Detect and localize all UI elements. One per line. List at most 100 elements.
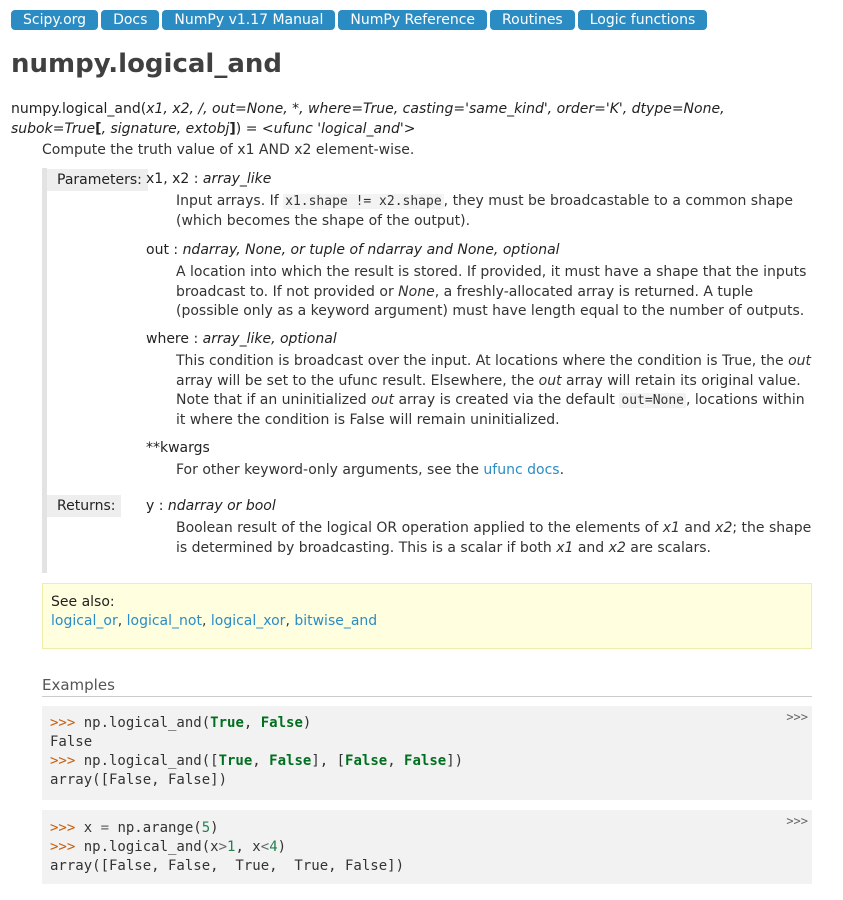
ufunc-docs-link[interactable]: ufunc docs bbox=[483, 462, 559, 478]
param-where-d1: This condition is broadcast over the inp… bbox=[176, 353, 789, 369]
code-operator: > bbox=[218, 839, 228, 855]
param-x-desc: Input arrays. If x1.shape != x2.shape, t… bbox=[176, 192, 812, 231]
summary: Compute the truth value of x1 AND x2 ele… bbox=[42, 142, 415, 158]
sig-prefix: numpy. bbox=[11, 101, 63, 117]
param-where-i3: out bbox=[371, 392, 395, 408]
param-kwargs-d1: For other keyword-only arguments, see th… bbox=[176, 462, 484, 478]
code-prompt: >>> bbox=[50, 839, 84, 855]
param-x-name-text: x1, x2 bbox=[146, 171, 190, 187]
param-kwargs-desc: For other keyword-only arguments, see th… bbox=[176, 461, 812, 481]
see-also-logical-or[interactable]: logical_or bbox=[51, 613, 118, 629]
code-keyword: False bbox=[269, 753, 312, 769]
sig-args2: signature, extobj bbox=[110, 121, 230, 137]
code-block-1: >>> >>> np.logical_and(True, False) Fals… bbox=[42, 706, 812, 800]
param-where-d4: array is created via the default bbox=[394, 392, 620, 408]
see-also-sep: , bbox=[117, 613, 127, 629]
code-text: ) bbox=[210, 820, 219, 836]
param-where-type: array_like, optional bbox=[202, 331, 337, 347]
param-out-sep: : bbox=[168, 242, 183, 258]
parameters-label: Parameters: bbox=[47, 169, 148, 191]
param-out-name-text: out bbox=[146, 242, 169, 258]
param-out-i1: None bbox=[398, 283, 435, 300]
param-x-sep: : bbox=[189, 171, 203, 187]
code-text: np.logical_and([ bbox=[83, 753, 219, 769]
return-d4: and bbox=[573, 539, 609, 556]
return-i1: x1 bbox=[662, 520, 680, 536]
code-line: >>> np.logical_and(True, False) bbox=[42, 714, 812, 733]
code-keyword: False bbox=[404, 753, 447, 769]
return-d5: are scalars. bbox=[625, 539, 711, 556]
code-text: , x bbox=[235, 839, 261, 855]
breadcrumb-docs[interactable]: Docs bbox=[101, 10, 160, 30]
return-i4: x2 bbox=[608, 539, 626, 556]
return-y-desc: Boolean result of the logical OR operati… bbox=[176, 519, 812, 558]
code-text: np.logical_and(x bbox=[83, 839, 219, 855]
breadcrumb-logic-functions[interactable]: Logic functions bbox=[577, 10, 708, 30]
code-text: , bbox=[252, 753, 270, 769]
breadcrumb: Scipy.org Docs NumPy v1.17 Manual NumPy … bbox=[11, 10, 708, 30]
return-d1: Boolean result of the logical OR operati… bbox=[176, 520, 663, 536]
param-where-sep: : bbox=[189, 331, 203, 347]
code-keyword: True bbox=[218, 753, 253, 769]
param-x-code: x1.shape != x2.shape bbox=[283, 194, 444, 209]
param-where-name-text: where bbox=[146, 331, 189, 347]
return-i3: x1 bbox=[556, 539, 574, 556]
param-kwargs-name: **kwargs bbox=[146, 440, 210, 456]
code-block-2: >>> >>> x = np.arange(5) >>> np.logical_… bbox=[42, 810, 812, 884]
breadcrumb-routines[interactable]: Routines bbox=[490, 10, 575, 30]
breadcrumb-numpy-reference[interactable]: NumPy Reference bbox=[338, 10, 488, 30]
return-i2: x2 bbox=[715, 520, 733, 536]
code-text: ) bbox=[277, 839, 287, 855]
page-title: numpy.logical_and bbox=[11, 49, 282, 79]
param-out-name: out : ndarray, None, or tuple of ndarray… bbox=[146, 242, 560, 258]
code-operator: = bbox=[100, 820, 110, 836]
code-text: , bbox=[243, 715, 261, 731]
code-number: 5 bbox=[201, 820, 211, 836]
return-y-type: ndarray or bool bbox=[167, 498, 276, 514]
function-signature: numpy.logical_and(x1, x2, /, out=None, *… bbox=[11, 99, 771, 139]
code-output: array([False, False]) bbox=[50, 772, 228, 788]
see-also-logical-not[interactable]: logical_not bbox=[127, 613, 202, 629]
code-line: >>> np.logical_and(x>1, x<4) bbox=[42, 838, 812, 857]
code-keyword: False bbox=[260, 715, 303, 731]
code-keyword: True bbox=[210, 715, 244, 731]
param-where-name: where : array_like, optional bbox=[146, 331, 337, 347]
see-also-logical-xor[interactable]: logical_xor bbox=[211, 613, 286, 629]
param-kwargs-d2: . bbox=[559, 462, 565, 478]
code-prompt: >>> bbox=[50, 820, 84, 836]
code-line: >>> np.logical_and([True, False], [False… bbox=[42, 752, 812, 771]
code-output: False bbox=[50, 734, 93, 750]
sig-name: logical_and bbox=[62, 101, 141, 117]
parameters-table: Parameters: x1, x2 : array_like Input ar… bbox=[42, 168, 822, 573]
param-x-d1: Input arrays. If bbox=[176, 193, 284, 209]
code-line: >>> x = np.arange(5) bbox=[42, 819, 812, 838]
returns-label: Returns: bbox=[47, 495, 122, 517]
sig-return: <ufunc 'logical_and'> bbox=[261, 121, 416, 137]
see-also-sep: , bbox=[201, 613, 211, 629]
return-d2: and bbox=[679, 520, 716, 536]
breadcrumb-numpy-manual[interactable]: NumPy v1.17 Manual bbox=[162, 10, 336, 30]
see-also-bitwise-and[interactable]: bitwise_and bbox=[294, 613, 377, 629]
see-also-box: See also: logical_or, logical_not, logic… bbox=[42, 583, 812, 649]
param-out-desc: A location into which the result is stor… bbox=[176, 263, 812, 322]
param-out-type: ndarray, None, or tuple of ndarray and N… bbox=[182, 242, 560, 258]
param-where-desc: This condition is broadcast over the inp… bbox=[176, 352, 812, 430]
copy-prompt-toggle[interactable]: >>> bbox=[786, 708, 808, 727]
copy-prompt-toggle[interactable]: >>> bbox=[786, 812, 808, 831]
code-number: 4 bbox=[269, 839, 278, 855]
see-also-links: logical_or, logical_not, logical_xor, bi… bbox=[51, 611, 803, 631]
return-y-sep: : bbox=[154, 498, 168, 514]
param-where-i2: out bbox=[538, 372, 562, 389]
breadcrumb-scipy-org[interactable]: Scipy.org bbox=[11, 10, 99, 30]
code-text: x bbox=[83, 820, 101, 836]
examples-heading: Examples bbox=[42, 676, 812, 697]
code-text: np.logical_and( bbox=[83, 715, 211, 731]
param-x-type: array_like bbox=[202, 171, 272, 187]
code-text: ]) bbox=[446, 753, 464, 769]
see-also-sep: , bbox=[285, 613, 295, 629]
code-text: np.arange( bbox=[109, 820, 202, 836]
sig-close: ) = bbox=[235, 121, 262, 137]
code-text: ], [ bbox=[311, 753, 346, 769]
param-where-i1: out bbox=[788, 353, 812, 369]
code-keyword: False bbox=[345, 753, 388, 769]
